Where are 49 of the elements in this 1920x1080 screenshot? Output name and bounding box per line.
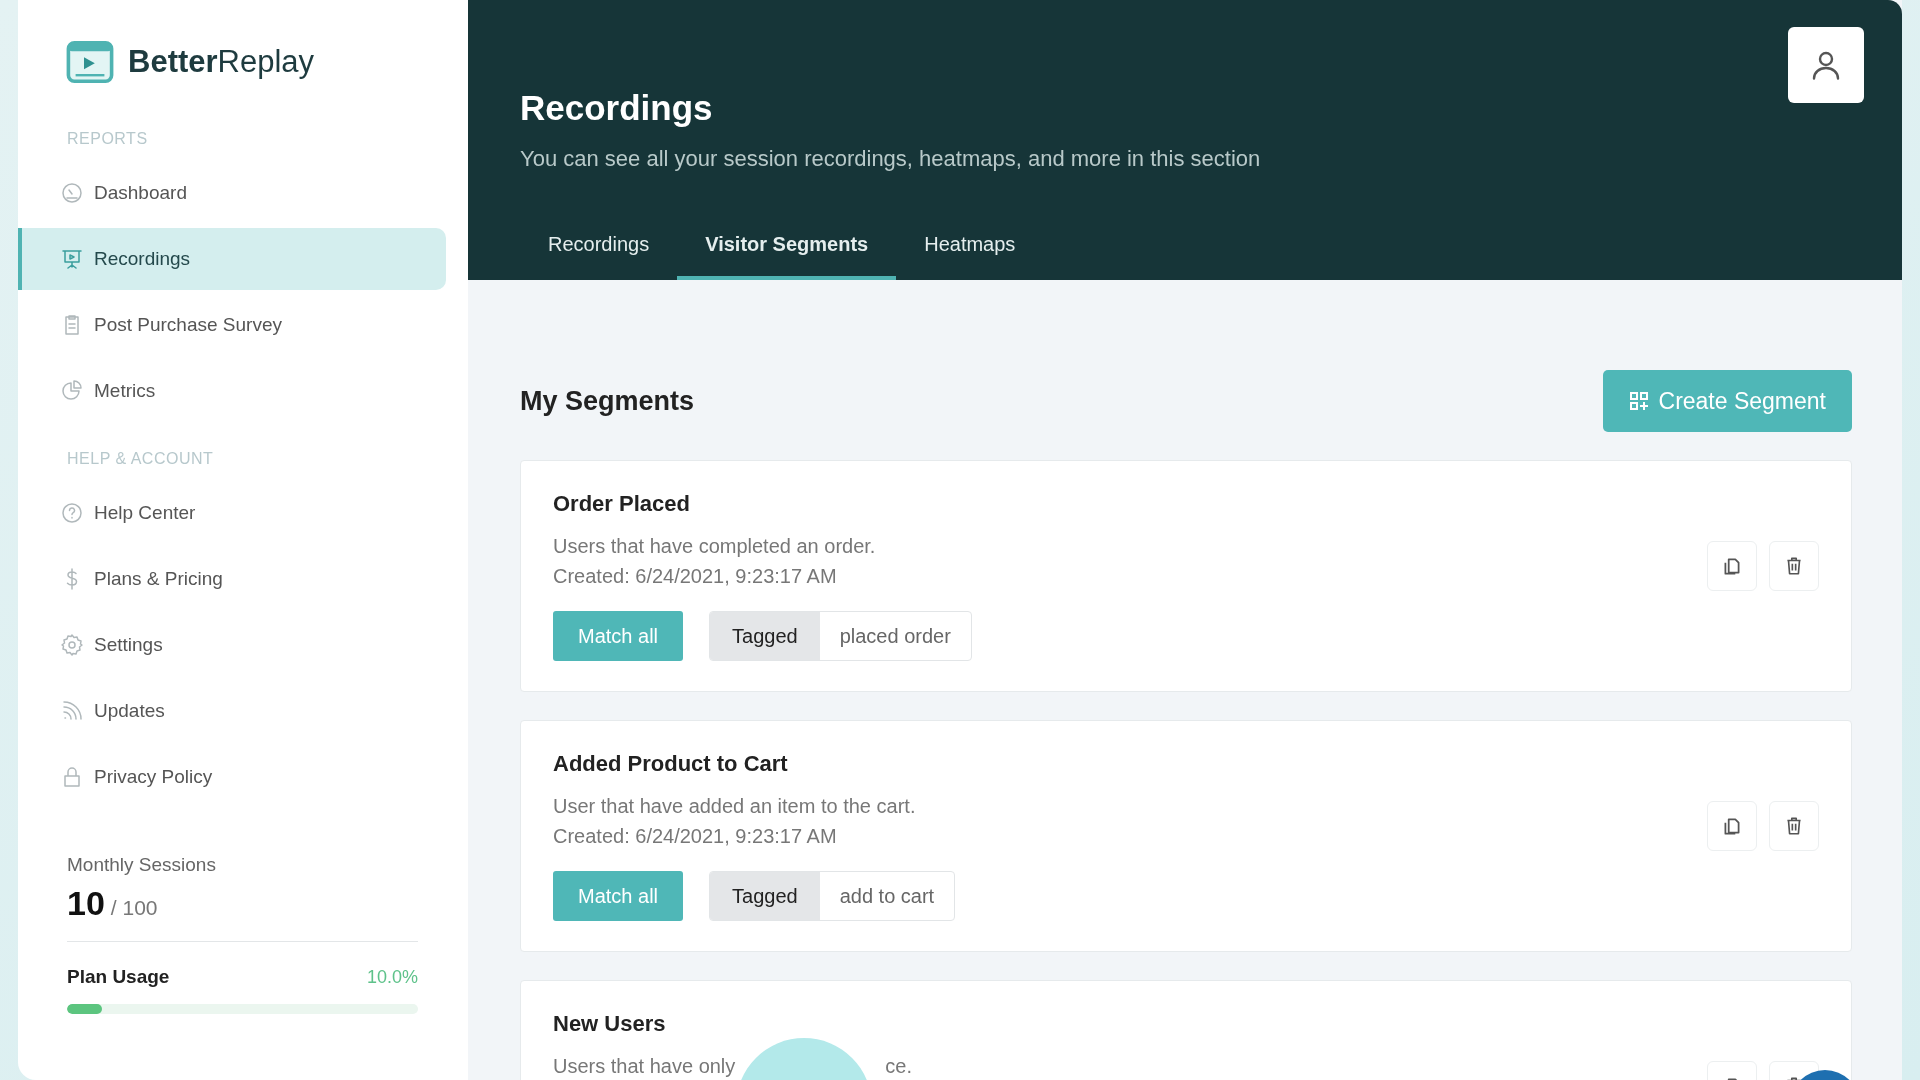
tab[interactable]: Visitor Segments: [677, 233, 897, 280]
tag-type: Tagged: [710, 612, 820, 660]
segment-description: Users that have completed an order.: [553, 534, 876, 559]
duplicate-button[interactable]: [1707, 801, 1757, 851]
delete-button[interactable]: [1769, 541, 1819, 591]
sidebar-item[interactable]: Settings: [18, 614, 446, 676]
section-heading: REPORTS: [66, 130, 149, 148]
segment-title: New Users: [553, 1011, 667, 1037]
sidebar-item[interactable]: Dashboard: [18, 162, 446, 224]
settings-icon: [60, 633, 84, 657]
usage-label: Monthly Sessions: [67, 854, 217, 876]
tab[interactable]: Recordings: [520, 233, 678, 280]
feed-icon: [60, 699, 84, 723]
section-title: My Segments: [520, 385, 695, 417]
tag-value: placed order: [838, 623, 952, 649]
tab[interactable]: Heatmaps: [896, 233, 1044, 280]
segment-description: User that have added an item to the cart.: [553, 794, 916, 819]
segment-title: Order Placed: [553, 491, 691, 517]
sidebar-item[interactable]: Help Center: [18, 482, 446, 544]
brand-name: BetterReplay: [128, 44, 315, 80]
profile-button[interactable]: [1788, 27, 1864, 103]
session-limit: / 100: [110, 896, 158, 920]
section-heading: HELP & ACCOUNT: [66, 450, 215, 468]
presentation-icon: [60, 247, 84, 271]
segment-description: Users that have only: [553, 1054, 736, 1079]
page-subtitle: You can see all your session recordings, heatmaps, and more in this section: [520, 146, 1261, 172]
gauge-icon: [60, 181, 84, 205]
session-count: 10: [67, 884, 105, 923]
delete-button[interactable]: [1769, 801, 1819, 851]
pie-chart-icon: [60, 379, 84, 403]
tag-type: Tagged: [710, 872, 820, 920]
created-date: Created: 6/24/2021, 9:23:17 AM: [553, 564, 838, 589]
tag-value: add to cart: [838, 883, 936, 909]
sidebar-item[interactable]: Privacy Policy: [18, 746, 446, 808]
plan-usage-label: Plan Usage: [67, 966, 170, 988]
sidebar-item[interactable]: Metrics: [18, 360, 446, 422]
segment-title: Added Product to Cart: [553, 751, 789, 777]
sidebar-item[interactable]: Post Purchase Survey: [18, 294, 446, 356]
sidebar-item[interactable]: Plans & Pricing: [18, 548, 446, 610]
usage-percent: 10.0%: [366, 966, 418, 988]
help-icon: [60, 501, 84, 525]
created-date: Created: 6/24/2021, 9:23:17 AM: [553, 824, 838, 849]
duplicate-button[interactable]: [1707, 541, 1757, 591]
page-title: Recordings: [520, 88, 714, 128]
grid-plus-icon: [1628, 391, 1649, 411]
sidebar-item[interactable]: Updates: [18, 680, 446, 742]
sidebar-item[interactable]: Recordings: [18, 228, 446, 290]
segment-description: ce.: [885, 1054, 912, 1079]
logo-icon: [66, 38, 114, 86]
